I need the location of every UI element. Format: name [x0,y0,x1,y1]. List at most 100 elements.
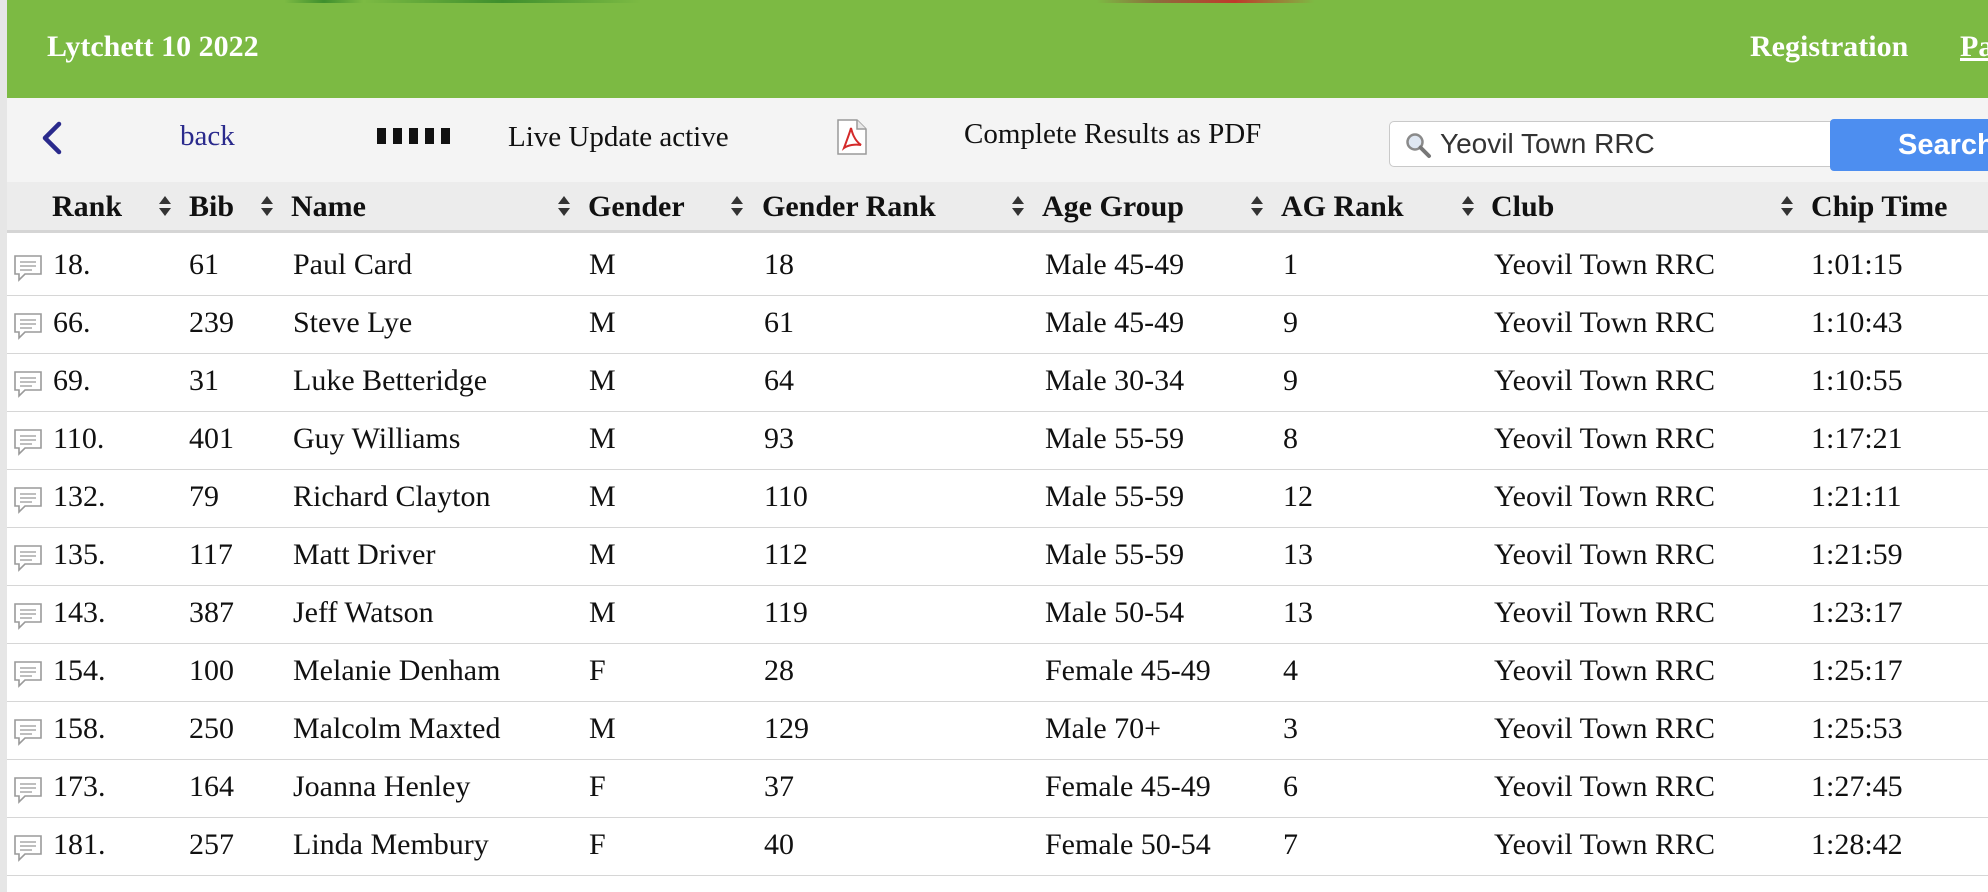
table-row[interactable]: 181. 257 Linda Membury F 40 Female 50-54 7 Yeov… [7,818,1988,876]
sort-icon[interactable] [1250,195,1264,217]
cell-name[interactable]: Guy Williams [293,422,460,456]
cell-ag-rank: 9 [1283,306,1298,339]
sort-icon[interactable] [557,195,571,217]
sort-icon[interactable] [260,195,274,217]
cell-chip-time: 1:23:17 [1811,596,1903,629]
cell-age-group: Male 55-59 [1045,538,1185,571]
column-header-club[interactable]: Club [1491,190,1554,224]
results-table-body: 18. 61 Paul Card M 18 Male 45-49 1 Yeovil Town … [7,238,1988,876]
table-row[interactable]: 173. 164 Joanna Henley F 37 Female 45-49 6 Yeov… [7,760,1988,818]
cell-rank: 66. [53,306,91,339]
comment-icon[interactable] [13,370,43,398]
comment-icon[interactable] [13,718,43,746]
nav-registration-link[interactable]: Registration [1750,30,1908,64]
comment-icon[interactable] [13,254,43,282]
cell-name[interactable]: Steve Lye [293,306,412,340]
table-row[interactable]: 135. 117 Matt Driver M 112 Male 55-59 13 Yeovil… [7,528,1988,586]
column-header-rank[interactable]: Rank [52,190,122,224]
live-update-icon [377,128,450,144]
cell-ag-rank: 13 [1283,596,1313,629]
column-header-age-group[interactable]: Age Group [1042,190,1184,224]
cell-name[interactable]: Malcolm Maxted [293,712,500,746]
cell-ag-rank: 4 [1283,654,1298,687]
comment-icon[interactable] [13,834,43,862]
comment-icon[interactable] [13,486,43,514]
cell-chip-time: 1:25:17 [1811,654,1903,687]
cell-name[interactable]: Linda Membury [293,828,489,862]
cell-ag-rank: 3 [1283,712,1298,745]
cell-gender-rank: 119 [764,596,808,629]
cell-gender: M [589,306,616,339]
search-input[interactable] [1440,126,1820,162]
toolbar: back Live Update active Complete Results… [7,98,1988,182]
cell-gender-rank: 28 [764,654,794,687]
cell-chip-time: 1:10:55 [1811,364,1903,397]
column-header-gender[interactable]: Gender [588,190,685,224]
cell-chip-time: 1:01:15 [1811,248,1903,281]
cell-rank: 154. [53,654,106,687]
cell-name[interactable]: Joanna Henley [293,770,470,804]
cell-rank: 18. [53,248,91,281]
cell-name[interactable]: Melanie Denham [293,654,500,688]
search-button[interactable]: Search [1830,119,1988,171]
comment-icon[interactable] [13,544,43,572]
cell-gender: M [589,538,616,571]
cell-club: Yeovil Town RRC [1494,538,1716,571]
cell-chip-time: 1:25:53 [1811,712,1903,745]
comment-icon[interactable] [13,428,43,456]
event-title: Lytchett 10 2022 [47,30,259,63]
cell-bib: 387 [189,596,234,629]
sort-icon[interactable] [1461,195,1475,217]
cell-rank: 158. [53,712,106,745]
column-header-gender-rank[interactable]: Gender Rank [762,190,936,224]
pdf-icon[interactable] [835,118,869,156]
column-header-chip-time[interactable]: Chip Time [1811,190,1947,224]
table-row[interactable]: 18. 61 Paul Card M 18 Male 45-49 1 Yeovil Town … [7,238,1988,296]
cell-name[interactable]: Matt Driver [293,538,435,572]
table-row[interactable]: 143. 387 Jeff Watson M 119 Male 50-54 13 Yeovil… [7,586,1988,644]
table-row[interactable]: 154. 100 Melanie Denham F 28 Female 45-49 4 Yeo… [7,644,1988,702]
cell-club: Yeovil Town RRC [1494,422,1716,455]
cell-rank: 143. [53,596,106,629]
table-row[interactable]: 66. 239 Steve Lye M 61 Male 45-49 9 Yeovil Town… [7,296,1988,354]
cell-age-group: Female 45-49 [1045,654,1211,687]
cell-club: Yeovil Town RRC [1494,364,1716,397]
comment-icon[interactable] [13,776,43,804]
table-row[interactable]: 158. 250 Malcolm Maxted M 129 Male 70+ 3 Yeovil… [7,702,1988,760]
cell-rank: 69. [53,364,91,397]
window-edge [0,0,7,892]
comment-icon[interactable] [13,602,43,630]
cell-rank: 135. [53,538,106,571]
sort-icon[interactable] [730,195,744,217]
cell-ag-rank: 9 [1283,364,1298,397]
sort-icon[interactable] [1780,195,1794,217]
pdf-results-link[interactable]: Complete Results as PDF [964,118,1261,151]
table-row[interactable]: 132. 79 Richard Clayton M 110 Male 55-59 12 Yeo… [7,470,1988,528]
sort-icon[interactable] [158,195,172,217]
search-box [1389,121,1839,167]
sort-icon[interactable] [1011,195,1025,217]
back-link[interactable]: back [180,120,235,153]
page-header: Lytchett 10 2022 Registration Pa [7,3,1988,98]
table-row[interactable]: 69. 31 Luke Betteridge M 64 Male 30-34 9 Yeovil… [7,354,1988,412]
column-header-bib[interactable]: Bib [189,190,234,224]
cell-gender: F [589,654,606,687]
nav-participants-link[interactable]: Pa [1960,30,1988,64]
cell-name[interactable]: Richard Clayton [293,480,490,514]
cell-name[interactable]: Luke Betteridge [293,364,487,398]
cell-club: Yeovil Town RRC [1494,596,1716,629]
chevron-left-icon[interactable] [37,118,67,158]
cell-gender: F [589,828,606,861]
comment-icon[interactable] [13,312,43,340]
column-header-name[interactable]: Name [291,190,366,224]
cell-name[interactable]: Paul Card [293,248,412,282]
cell-gender: M [589,364,616,397]
table-row[interactable]: 110. 401 Guy Williams M 93 Male 55-59 8 Yeovil … [7,412,1988,470]
cell-ag-rank: 12 [1283,480,1313,513]
comment-icon[interactable] [13,660,43,688]
column-header-ag-rank[interactable]: AG Rank [1281,190,1404,224]
cell-chip-time: 1:10:43 [1811,306,1903,339]
cell-ag-rank: 6 [1283,770,1298,803]
cell-bib: 257 [189,828,234,861]
cell-name[interactable]: Jeff Watson [293,596,434,630]
